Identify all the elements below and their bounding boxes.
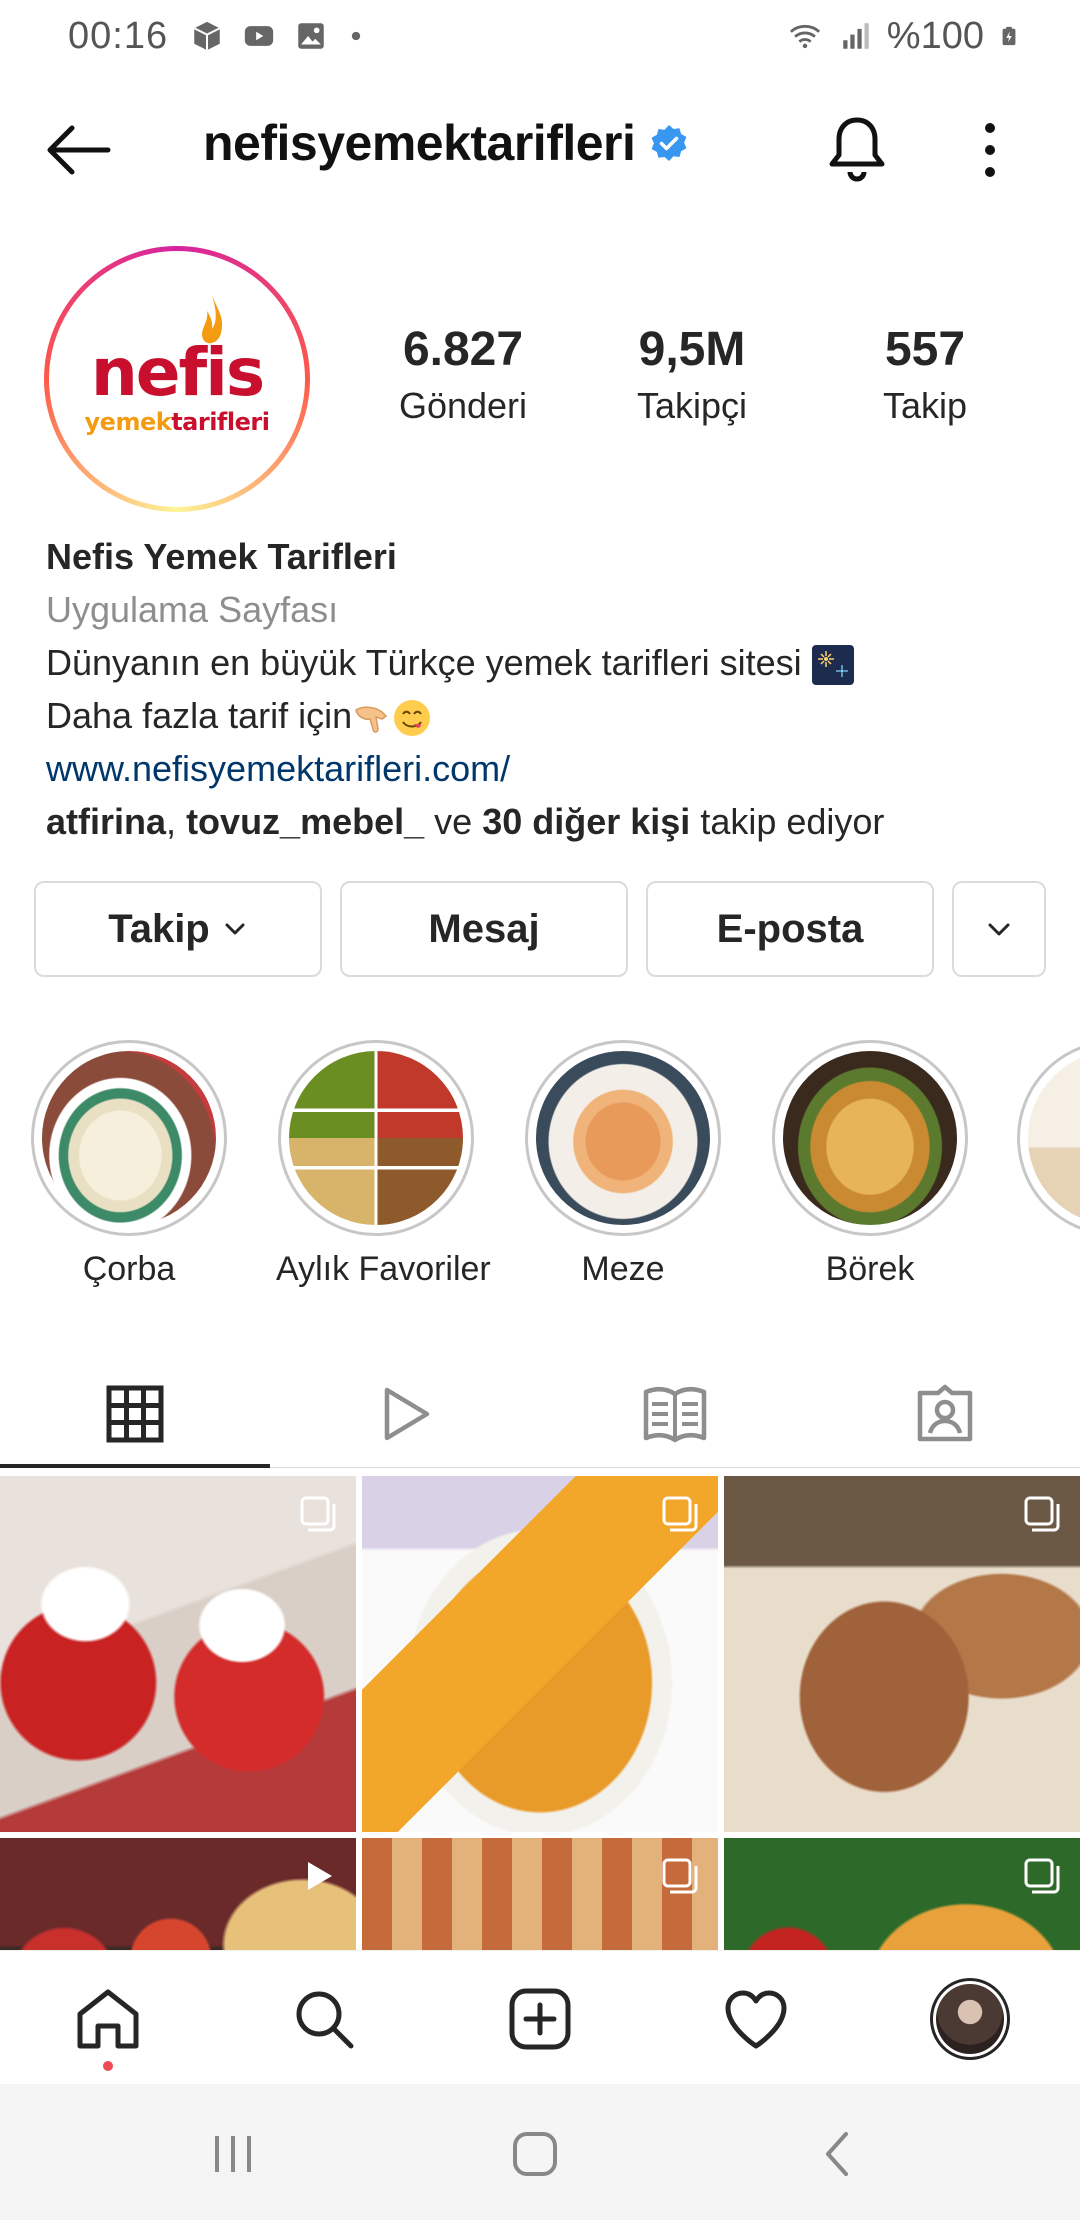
yum-face-emoji-icon <box>394 700 431 737</box>
post-thumbnail[interactable] <box>0 1838 356 1950</box>
search-icon <box>296 1991 354 2049</box>
profile-category: Uygulama Sayfası <box>46 589 339 630</box>
highlight-thumbnail <box>289 1051 463 1225</box>
profile-bio: Nefis Yemek Tarifleri Uygulama Sayfası D… <box>46 530 1046 848</box>
post-thumbnail[interactable] <box>362 1838 718 1950</box>
guide-icon <box>643 1387 707 1443</box>
post-thumbnail[interactable] <box>0 1476 356 1832</box>
system-navigation-bar <box>0 2084 1080 2220</box>
recent-apps-icon[interactable] <box>203 2124 263 2184</box>
dot-icon <box>351 31 361 41</box>
tab-guides[interactable] <box>540 1360 810 1468</box>
following-count[interactable]: 557 Takip <box>855 322 995 427</box>
profile-username-wrap: nefisyemektarifleri <box>203 114 689 172</box>
message-button[interactable]: Mesaj <box>340 881 628 977</box>
highlight-thumbnail <box>536 1051 710 1225</box>
highlight-thumbnail <box>783 1051 957 1225</box>
email-button[interactable]: E-posta <box>646 881 934 977</box>
signal-icon <box>843 23 869 49</box>
profile-website-link[interactable]: www.nefisyemektarifleri.com/ <box>46 742 1046 795</box>
back-button-icon[interactable] <box>808 2124 868 2184</box>
nav-new-post[interactable] <box>500 1979 580 2059</box>
nav-home[interactable] <box>68 1979 148 2059</box>
tagged-user-icon <box>917 1384 973 1442</box>
bio-line-2: Daha fazla tarif için <box>46 689 1046 742</box>
gallery-icon <box>298 23 324 49</box>
highlight-borek[interactable]: Börek <box>770 1040 970 1289</box>
back-arrow-icon[interactable] <box>42 122 112 178</box>
profile-header-bar: nefisyemektarifleri <box>0 100 1080 200</box>
profile-avatar-large[interactable]: nefis yemektarifleri <box>44 246 310 512</box>
nav-search[interactable] <box>284 1979 364 2059</box>
chevron-down-icon <box>225 923 245 935</box>
profile-avatar <box>930 1978 1010 2060</box>
multiple-posts-icon <box>1024 1496 1060 1532</box>
video-icon <box>308 1862 332 1890</box>
multiple-posts-icon <box>662 1858 698 1894</box>
chevron-down-icon <box>988 923 1010 936</box>
post-thumbnail[interactable] <box>724 1476 1080 1832</box>
battery-icon <box>1002 26 1016 46</box>
suggested-accounts-toggle[interactable] <box>952 881 1046 977</box>
youtube-icon <box>244 26 274 46</box>
home-icon <box>77 1989 139 2049</box>
posts-count[interactable]: 6.827 Gönderi <box>393 322 533 427</box>
grid-icon <box>106 1385 164 1443</box>
flame-icon <box>202 295 223 344</box>
posts-grid <box>0 1476 1080 1950</box>
active-tab-indicator <box>0 1464 270 1468</box>
highlight-corba[interactable]: Çorba <box>29 1040 229 1289</box>
status-bar: 00:16 %100 <box>0 0 1080 72</box>
profile-username: nefisyemektarifleri <box>203 115 636 171</box>
profile-tabs <box>0 1360 1080 1468</box>
follow-button[interactable]: Takip <box>34 881 322 977</box>
reels-play-icon <box>384 1387 430 1441</box>
add-post-icon <box>509 1988 571 2050</box>
bell-icon[interactable] <box>826 114 888 184</box>
notification-dot <box>103 2061 113 2071</box>
tab-reels[interactable] <box>270 1360 540 1468</box>
wifi-icon <box>789 24 820 49</box>
tab-tagged[interactable] <box>810 1360 1080 1468</box>
more-vertical-icon[interactable] <box>970 118 1010 182</box>
highlight-meze[interactable]: Meze <box>523 1040 723 1289</box>
followed-by[interactable]: atfirina, tovuz_mebel_ ve 30 diğer kişi … <box>46 795 1046 848</box>
bottom-navigation <box>0 1950 1080 2084</box>
multiple-posts-icon <box>1024 1858 1060 1894</box>
brand-logo: nefis yemektarifleri <box>57 259 297 499</box>
tab-posts-grid[interactable] <box>0 1360 270 1468</box>
nav-profile[interactable] <box>930 1978 1010 2060</box>
bio-line-1: Dünyanın en büyük Türkçe yemek tarifleri… <box>46 636 1046 689</box>
highlight-thumbnail <box>1028 1051 1080 1225</box>
highlight-aylik-favoriler[interactable]: Aylık Favoriler <box>276 1040 491 1289</box>
post-thumbnail[interactable] <box>362 1476 718 1832</box>
post-thumbnail[interactable] <box>724 1838 1080 1950</box>
pointing-down-emoji-icon <box>355 706 388 734</box>
home-button-icon[interactable] <box>505 2124 565 2184</box>
box-icon <box>193 21 221 51</box>
followers-count[interactable]: 9,5M Takipçi <box>622 322 762 427</box>
profile-display-name: Nefis Yemek Tarifleri <box>46 536 397 577</box>
verified-badge-icon <box>652 125 687 161</box>
multiple-posts-icon <box>662 1496 698 1532</box>
battery-percent: %100 <box>886 14 984 57</box>
highlight-partial[interactable] <box>1017 1040 1080 1236</box>
heart-icon <box>725 1990 787 2049</box>
multiple-posts-icon <box>300 1496 336 1532</box>
nav-activity[interactable] <box>716 1979 796 2059</box>
fireworks-emoji-icon <box>811 645 854 686</box>
highlight-thumbnail <box>42 1051 216 1225</box>
status-time: 00:16 <box>68 14 169 57</box>
